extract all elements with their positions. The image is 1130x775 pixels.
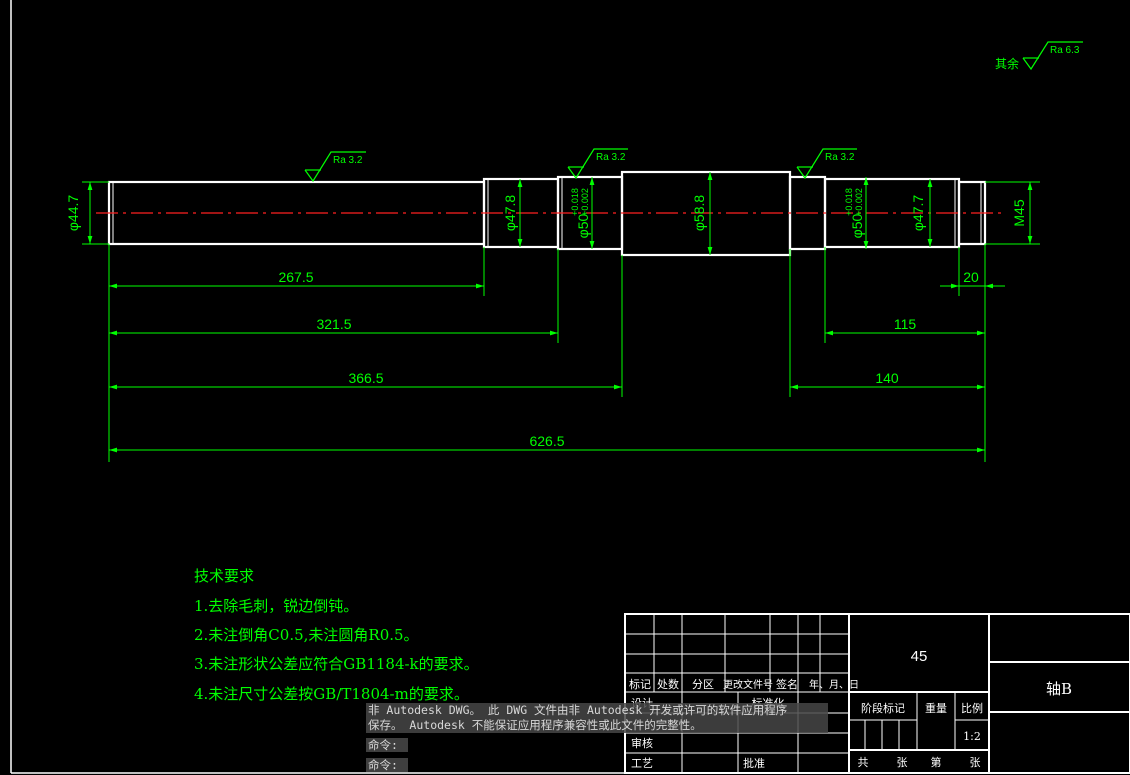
dim-diameter-47-7: φ47.7 — [910, 195, 926, 232]
dim-length-366-5: 366.5 — [348, 370, 383, 386]
dim-length-20: 20 — [963, 269, 979, 285]
roughness-other-value: Ra 6.3 — [1050, 45, 1080, 56]
tb-stage-mark: 阶段标记 — [861, 701, 905, 715]
tol-upper-right: +0.018 — [844, 188, 854, 216]
warning-line-1: 非 Autodesk DWG。 此 DWG 文件由非 Autodesk 开发或许… — [368, 703, 788, 717]
horizontal-dimension-lines — [109, 283, 1005, 453]
non-autodesk-warning: 非 Autodesk DWG。 此 DWG 文件由非 Autodesk 开发或许… — [366, 703, 828, 733]
tb-scale: 1:2 — [963, 730, 981, 743]
tb-material: 45 — [911, 648, 928, 665]
dim-diameter-47-8: φ47.8 — [502, 195, 518, 232]
warning-line-2: 保存。 Autodesk 不能保证应用程序兼容性或此文件的完整性。 — [368, 718, 702, 732]
dim-length-626-5: 626.5 — [529, 433, 564, 449]
command-prompt-history: 命令: — [366, 738, 408, 752]
tb-review: 审核 — [631, 736, 653, 750]
dim-thread-m45: M45 — [1011, 199, 1027, 226]
dim-length-140: 140 — [875, 370, 899, 386]
tb-total: 共 — [858, 756, 869, 769]
roughness-right-journal: Ra 3.2 — [825, 152, 855, 163]
tb-rev-header: 签名 — [776, 677, 798, 691]
notes-title: 技术要求 — [194, 567, 254, 585]
tb-rev-header: 标记 — [629, 677, 651, 691]
dim-diameter-50-right: φ50 — [849, 213, 865, 238]
tb-rev-header: 更改文件号 — [723, 678, 773, 691]
roughness-left-journal: Ra 3.2 — [596, 152, 626, 163]
dim-diameter-44-7: φ44.7 — [65, 195, 81, 232]
note-item: 3.未注形状公差应符合GB1184-k的要求。 — [194, 655, 479, 673]
tb-scale-label: 比例 — [961, 701, 983, 715]
tb-sheets: 张 — [897, 756, 908, 769]
tb-rev-header: 年、月、日 — [809, 678, 859, 691]
note-item: 1.去除毛刺，锐边倒钝。 — [194, 597, 358, 615]
tb-rev-header: 分区 — [692, 678, 714, 691]
command-prompt-input[interactable]: 命令: — [366, 758, 408, 772]
note-item: 4.未注尺寸公差按GB/T1804-m的要求。 — [194, 685, 469, 703]
cad-drawing-canvas[interactable]: 267.5 321.5 366.5 626.5 20 115 140 φ44.7… — [0, 0, 1130, 775]
dim-length-321-5: 321.5 — [316, 316, 351, 332]
tb-part-name: 轴B — [1046, 680, 1072, 698]
roughness-left-shaft: Ra 3.2 — [333, 155, 363, 166]
dim-diameter-50-left: φ50 — [575, 213, 591, 238]
tb-weight: 重量 — [925, 701, 947, 715]
dim-length-267-5: 267.5 — [278, 269, 313, 285]
tb-rev-header: 处数 — [657, 678, 679, 691]
tol-lower-left: +0.002 — [580, 188, 590, 216]
dim-diameter-58-8: φ58.8 — [691, 195, 707, 232]
tb-sheets-2: 张 — [970, 756, 981, 769]
tb-process: 工艺 — [631, 757, 653, 770]
tb-approve: 批准 — [743, 756, 765, 770]
tol-upper-left: +0.018 — [570, 188, 580, 216]
roughness-other-label: 其余 — [995, 56, 1019, 71]
tol-lower-right: +0.002 — [854, 188, 864, 216]
tb-sheet-no: 第 — [931, 755, 942, 769]
note-item: 2.未注倒角C0.5,未注圆角R0.5。 — [194, 626, 419, 644]
dim-length-115: 115 — [894, 316, 917, 332]
